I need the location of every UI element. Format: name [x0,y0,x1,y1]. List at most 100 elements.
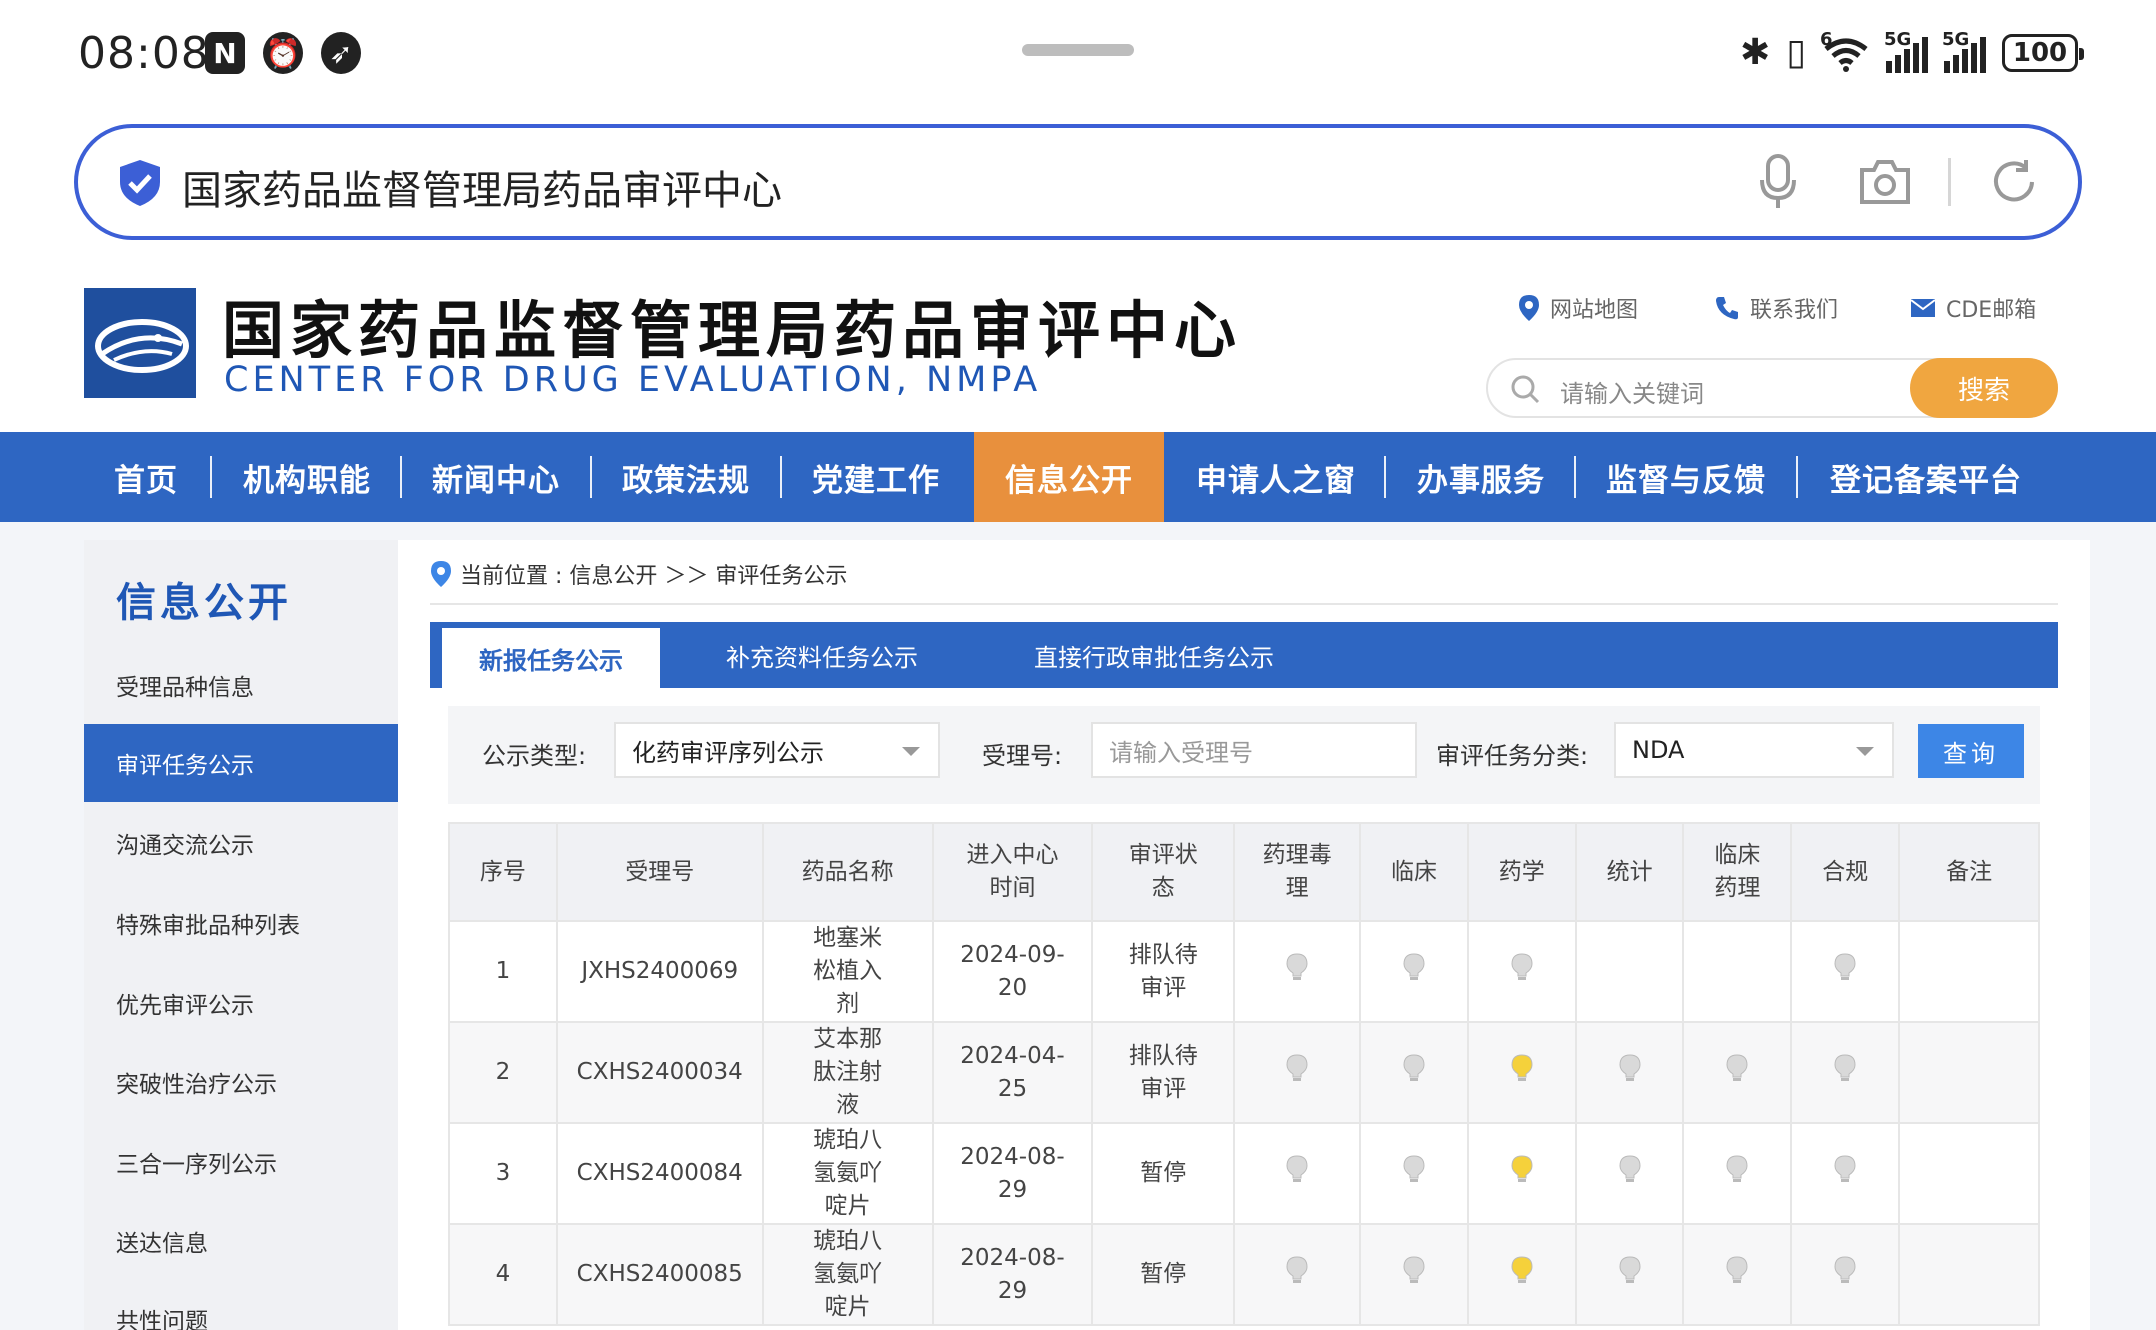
tab-supplement-tasks[interactable]: 补充资料任务公示 [670,622,974,688]
sidebar-item-common-issues[interactable]: 共性问题 [84,1280,398,1330]
nav-separator [1796,456,1798,498]
header-entry-time: 进入中心时间 [931,822,1094,922]
cell-entry-time-text: 2024-04-25 [960,1042,1065,1102]
header-accept-no: 受理号 [555,822,764,922]
sidebar-item-delivery[interactable]: 送达信息 [84,1202,398,1280]
lightbulb-off-icon [1834,1255,1856,1283]
site-logo[interactable] [84,288,196,398]
header-status: 审评状态 [1091,822,1236,922]
nav-item-applicant[interactable]: 申请人之窗 [1176,432,1376,522]
microphone-icon[interactable] [1758,154,1798,210]
mail-link[interactable]: CDE邮箱 [1910,292,2036,324]
category-select[interactable]: NDA [1614,722,1894,778]
nav-separator [1574,456,1576,498]
nav-item-party[interactable]: 党建工作 [792,432,960,522]
site-search-button[interactable]: 搜索 [1910,358,2058,418]
status-time: 08:08 [78,28,210,79]
camera-icon[interactable] [1858,158,1912,206]
breadcrumb-divider [430,603,2058,605]
review-task-table: 序号 受理号 药品名称 进入中心时间 审评状态 药理毒理 临床 药学 统计 临床… [448,822,2040,1326]
lightbulb-off-icon [1286,1255,1308,1283]
table-row[interactable]: 3 CXHS2400084 琥珀八氢氨吖啶片 2024-08-29 暂停 [448,1122,2040,1225]
cell-accept-no[interactable]: CXHS2400034 [555,1021,764,1124]
cell-review-progress [1359,920,1469,1023]
nav-item-functions[interactable]: 机构职能 [222,432,392,522]
cell-status-text: 排队待审评 [1128,941,1198,1001]
signal-tag-2: 5G [1942,28,1970,50]
nav-item-supervision[interactable]: 监督与反馈 [1586,432,1786,522]
cell-drug-name-text: 地塞米松植入剂 [813,925,883,1017]
type-select[interactable]: 化药审评序列公示 [614,722,940,778]
cell-entry-time: 2024-04-25 [931,1021,1094,1124]
wifi-icon: 6 [1820,29,1870,73]
contact-link[interactable]: 联系我们 [1714,292,1838,324]
cell-review-progress [1233,920,1362,1023]
mail-icon [1910,299,1936,317]
nav-item-service[interactable]: 办事服务 [1396,432,1566,522]
nav-separator [210,456,212,498]
drag-handle[interactable] [1022,44,1134,56]
category-select-value: NDA [1632,736,1685,764]
header-status-text: 审评状态 [1128,842,1198,901]
header-clinical-pharmacology-text: 临床药理 [1714,842,1761,901]
accept-label: 受理号: [982,742,1063,770]
header-no: 序号 [448,822,558,922]
battery-icon: 100 [2002,33,2084,72]
nav-item-news[interactable]: 新闻中心 [412,432,580,522]
table-row[interactable]: 4 CXHS2400085 琥珀八氢氨吖啶片 2024-08-29 暂停 [448,1223,2040,1326]
reload-icon[interactable] [1988,156,2040,208]
sitemap-link[interactable]: 网站地图 [1518,292,1638,324]
cell-review-progress [1682,1223,1793,1326]
cell-accept-no[interactable]: CXHS2400084 [555,1122,764,1225]
header-clinical-pharmacology: 临床药理 [1682,822,1793,922]
cell-accept-no[interactable]: CXHS2400085 [555,1223,764,1326]
tab-direct-approval-tasks[interactable]: 直接行政审批任务公示 [974,622,1334,688]
wifi-tag: 6 [1820,28,1833,50]
cell-review-progress [1359,1223,1469,1326]
search-icon [1511,375,1540,404]
sidebar-item-communication[interactable]: 沟通交流公示 [84,804,398,882]
lightbulb-off-icon [1834,952,1856,980]
cell-accept-no[interactable]: JXHS2400069 [555,920,764,1023]
toolbar-divider [1948,158,1951,206]
sidebar-item-three-in-one[interactable]: 三合一序列公示 [84,1123,398,1201]
nav-item-policy[interactable]: 政策法规 [602,432,770,522]
cell-drug-name-text: 琥珀八氢氨吖啶片 [813,1228,883,1320]
lightbulb-off-icon [1511,952,1533,980]
site-search-input[interactable]: 请输入关键词 [1560,374,1704,409]
cell-review-progress [1790,1021,1901,1124]
tab-new-tasks[interactable]: 新报任务公示 [442,628,660,688]
table-row[interactable]: 1 JXHS2400069 地塞米松植入剂 2024-09-20 排队待审评 [448,920,2040,1023]
header-statistics: 统计 [1574,822,1685,922]
sidebar-item-breakthrough[interactable]: 突破性治疗公示 [84,1043,398,1121]
header-compliance: 合规 [1790,822,1901,922]
table-row[interactable]: 2 CXHS2400034 艾本那肽注射液 2024-04-25 排队待审评 [448,1021,2040,1124]
sidebar-item-review-tasks[interactable]: 审评任务公示 [84,724,398,802]
sidebar-item-special-approval[interactable]: 特殊审批品种列表 [84,884,398,962]
send-icon: ➶ [321,32,361,74]
browser-search-bar[interactable]: 国家药品监督管理局药品审评中心 [74,124,2082,240]
lightbulb-off-icon [1286,952,1308,980]
cell-status: 暂停 [1091,1122,1236,1225]
sitemap-label: 网站地图 [1550,298,1639,323]
sidebar-item-accepted[interactable]: 受理品种信息 [84,646,398,724]
cell-review-progress [1682,1021,1793,1124]
nav-item-home[interactable]: 首页 [96,432,196,522]
nav-item-register[interactable]: 登记备案平台 [1808,432,2044,522]
cell-drug-name-text: 琥珀八氢氨吖啶片 [813,1127,883,1219]
query-button[interactable]: 查询 [1918,724,2024,778]
header-pharmacology-text: 药理毒理 [1262,842,1332,901]
lightbulb-off-icon [1834,1053,1856,1081]
accept-number-input[interactable]: 请输入受理号 [1091,722,1417,778]
nav-separator [780,456,782,498]
cell-review-progress [1682,1122,1793,1225]
browser-url-text[interactable]: 国家药品监督管理局药品审评中心 [182,158,782,216]
signal-icon-1: 5G [1884,29,1928,73]
lightbulb-off-icon [1619,1154,1641,1182]
cell-entry-time: 2024-08-29 [931,1223,1094,1326]
lightbulb-off-icon [1403,1053,1425,1081]
cell-remarks [1898,920,2040,1023]
nav-item-info[interactable]: 信息公开 [974,432,1164,522]
sidebar-item-priority[interactable]: 优先审评公示 [84,964,398,1042]
lightbulb-off-icon [1403,1154,1425,1182]
